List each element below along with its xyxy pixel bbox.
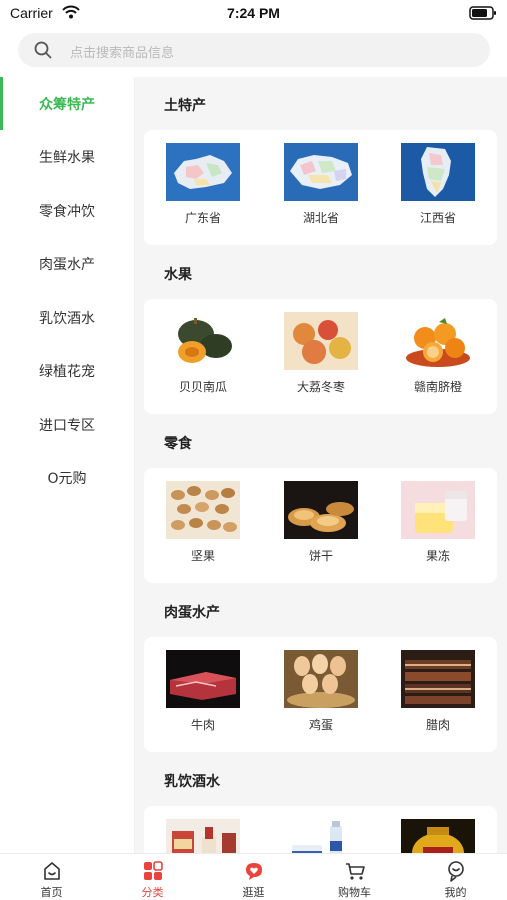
section-title: 零食 xyxy=(164,436,192,452)
product-item[interactable] xyxy=(158,819,248,853)
tab-home[interactable]: 首页 xyxy=(1,854,102,900)
product-item[interactable]: 饼干 xyxy=(276,481,366,564)
product-name: 果冻 xyxy=(425,549,450,563)
tab-profile[interactable]: 我的 xyxy=(405,854,506,900)
product-name: 牛肉 xyxy=(190,718,215,732)
cart-icon xyxy=(345,863,365,880)
product-image xyxy=(166,819,240,853)
tab-label: 逛逛 xyxy=(242,886,265,899)
product-name: 鸡蛋 xyxy=(308,718,333,732)
product-image xyxy=(166,312,240,370)
status-bar: Carrier 7:24 PM xyxy=(0,0,507,28)
product-image xyxy=(401,143,475,201)
sidebar-item-dairy-wine[interactable]: 乳饮酒水 xyxy=(0,291,134,344)
sidebar-item-label: 众筹特产 xyxy=(39,96,95,113)
section-title: 水果 xyxy=(164,267,192,283)
tab-category[interactable]: 分类 xyxy=(102,854,203,900)
product-item[interactable]: 贝贝南瓜 xyxy=(158,312,248,395)
sidebar-item-plants-pets[interactable]: 绿植花宠 xyxy=(0,344,134,397)
sidebar-item-label: 肉蛋水产 xyxy=(39,256,95,273)
home-icon xyxy=(43,862,60,880)
product-image xyxy=(284,143,358,201)
product-card-group xyxy=(144,806,497,853)
product-item[interactable] xyxy=(276,819,366,853)
product-image xyxy=(166,650,240,708)
search-icon xyxy=(34,41,52,59)
tab-explore[interactable]: 逛逛 xyxy=(203,854,304,900)
product-name: 江西省 xyxy=(419,211,456,225)
sidebar-item-snacks-drinks[interactable]: 零食冲饮 xyxy=(0,184,134,237)
product-image xyxy=(284,481,358,539)
product-image xyxy=(401,312,475,370)
product-item[interactable]: 广东省 xyxy=(158,143,248,226)
product-item[interactable] xyxy=(393,819,483,853)
product-image xyxy=(166,481,240,539)
sidebar-item-label: 乳饮酒水 xyxy=(39,310,95,327)
battery-icon xyxy=(469,6,496,20)
product-card-group: 坚果 饼干 果冻 xyxy=(144,468,497,583)
sidebar-item-fresh-fruit[interactable]: 生鲜水果 xyxy=(0,130,134,183)
section-title: 土特产 xyxy=(164,98,206,114)
product-card-group: 贝贝南瓜 大荔冬枣 赣南脐橙 xyxy=(144,299,497,414)
product-name: 广东省 xyxy=(184,211,221,225)
sidebar-item-crowdfunding-specialties[interactable]: 众筹特产 xyxy=(0,77,134,130)
product-item[interactable]: 果冻 xyxy=(393,481,483,564)
bottom-tab-bar: 首页 分类 逛逛 购物车 我的 xyxy=(0,853,507,900)
product-item[interactable]: 大荔冬枣 xyxy=(276,312,366,395)
sidebar-item-label: O元购 xyxy=(47,470,87,487)
product-item[interactable]: 江西省 xyxy=(393,143,483,226)
product-image xyxy=(166,143,240,201)
tab-label: 首页 xyxy=(40,886,63,899)
product-image xyxy=(284,819,358,853)
tab-label: 购物车 xyxy=(338,886,371,899)
search-placeholder: 点击搜索商品信息 xyxy=(70,46,175,61)
product-item[interactable]: 坚果 xyxy=(158,481,248,564)
sidebar-item-label: 绿植花宠 xyxy=(39,363,95,380)
sidebar-item-label: 零食冲饮 xyxy=(39,203,95,220)
category-sidebar: 众筹特产 生鲜水果 零食冲饮 肉蛋水产 乳饮酒水 绿植花宠 进口专区 O元购 xyxy=(0,77,135,853)
product-image xyxy=(401,481,475,539)
product-name: 大荔冬枣 xyxy=(296,380,345,394)
product-name: 饼干 xyxy=(308,549,333,563)
heart-chat-icon xyxy=(245,863,262,880)
clock: 7:24 PM xyxy=(227,5,280,21)
profile-icon xyxy=(447,861,464,882)
sidebar-item-label: 生鲜水果 xyxy=(39,149,95,166)
section-title: 肉蛋水产 xyxy=(164,605,220,621)
product-image xyxy=(401,650,475,708)
sidebar-item-label: 进口专区 xyxy=(39,417,95,434)
product-item[interactable]: 鸡蛋 xyxy=(276,650,366,733)
product-item[interactable]: 腊肉 xyxy=(393,650,483,733)
tab-cart[interactable]: 购物车 xyxy=(304,854,405,900)
product-image xyxy=(284,650,358,708)
product-name: 坚果 xyxy=(190,549,215,563)
category-content[interactable]: 土特产 广东省 湖北省 江西省 水果 贝贝南瓜 大荔冬枣 赣南脐橙 零食 坚果 … xyxy=(135,77,507,853)
section-title: 乳饮酒水 xyxy=(164,774,220,790)
product-item[interactable]: 牛肉 xyxy=(158,650,248,733)
tab-label: 分类 xyxy=(141,886,164,899)
category-icon xyxy=(143,861,163,880)
product-card-group: 广东省 湖北省 江西省 xyxy=(144,130,497,245)
product-name: 贝贝南瓜 xyxy=(178,380,227,394)
product-name: 腊肉 xyxy=(425,718,450,732)
product-name: 赣南脐橙 xyxy=(413,380,462,394)
product-item[interactable]: 赣南脐橙 xyxy=(393,312,483,395)
product-item[interactable]: 湖北省 xyxy=(276,143,366,226)
sidebar-item-zero-yuan[interactable]: O元购 xyxy=(0,451,134,504)
product-name: 湖北省 xyxy=(302,211,339,225)
product-card-group: 牛肉 鸡蛋 腊肉 xyxy=(144,637,497,752)
product-image xyxy=(401,819,475,853)
sidebar-item-meat-eggs-seafood[interactable]: 肉蛋水产 xyxy=(0,237,134,290)
tab-label: 我的 xyxy=(444,886,467,899)
search-bar[interactable]: 点击搜索商品信息 xyxy=(18,33,490,67)
sidebar-item-imports[interactable]: 进口专区 xyxy=(0,398,134,451)
product-image xyxy=(284,312,358,370)
